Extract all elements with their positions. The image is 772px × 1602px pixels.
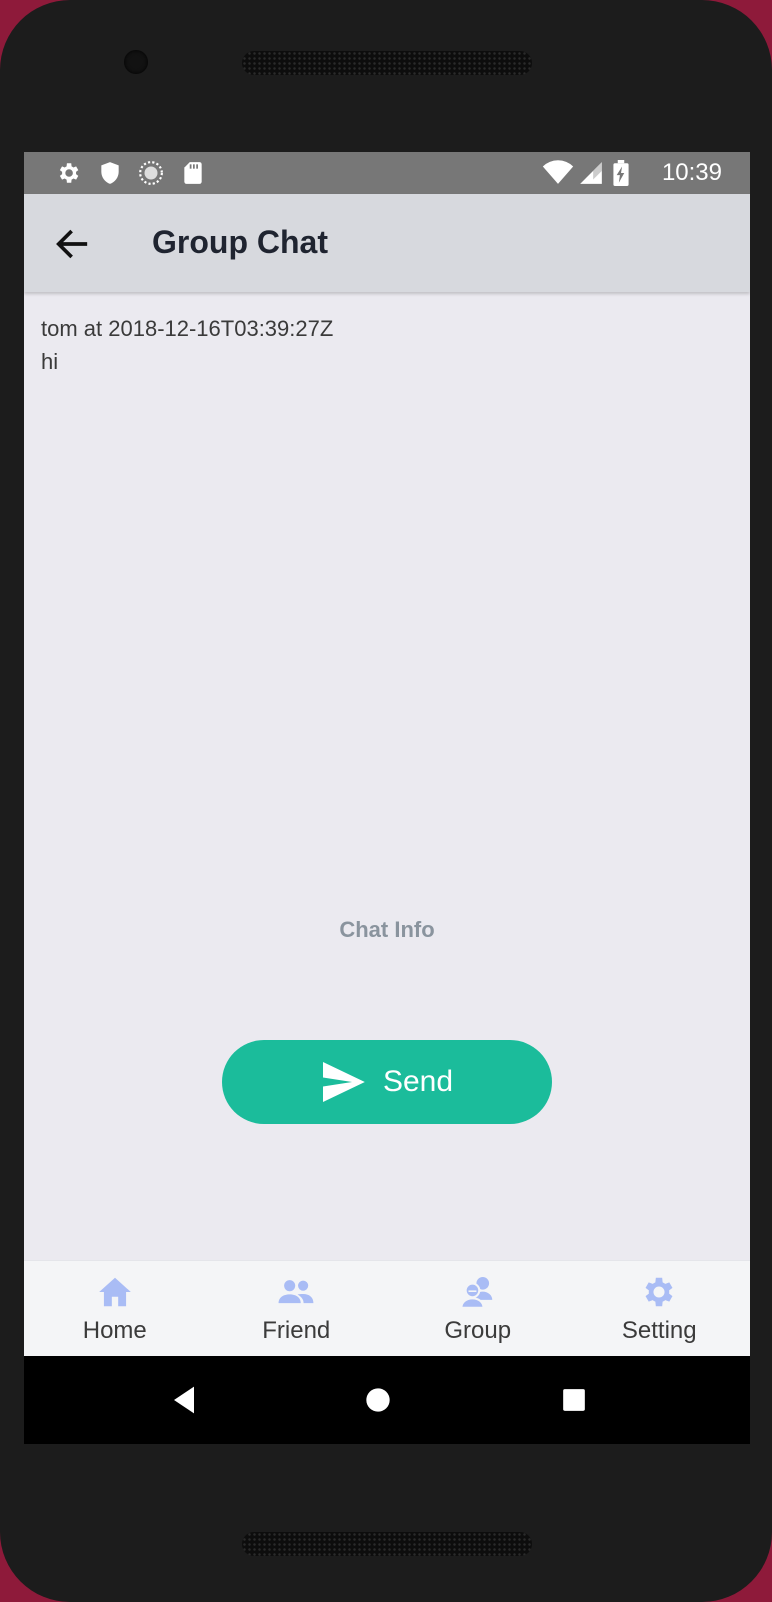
shield-icon	[101, 162, 119, 184]
send-button[interactable]: Send	[222, 1040, 552, 1124]
nav-back-icon[interactable]	[164, 1380, 204, 1420]
battery-charging-icon	[613, 160, 629, 186]
bottom-tab-bar: Home Friend Group Setting	[24, 1260, 750, 1357]
message-item: tom at 2018-12-16T03:39:27Z hi	[41, 312, 333, 378]
people-icon	[278, 1280, 314, 1304]
bottom-speaker	[242, 1532, 532, 1556]
system-nav-bar	[24, 1356, 750, 1444]
send-icon	[322, 1062, 365, 1102]
tab-home-label: Home	[82, 1317, 147, 1344]
screen: 10:39 Group Chat tom at 2018-12-16T03:39…	[24, 152, 750, 1444]
tab-home[interactable]: Home	[24, 1261, 206, 1357]
tab-setting-label: Setting	[621, 1317, 697, 1344]
signal-icon	[580, 162, 602, 184]
home-icon	[98, 1277, 131, 1307]
sync-icon	[139, 161, 163, 185]
tab-setting[interactable]: Setting	[569, 1261, 751, 1357]
sd-card-icon	[184, 162, 202, 184]
group-chat-icon	[460, 1276, 492, 1309]
status-bar: 10:39	[24, 152, 750, 194]
tab-friend[interactable]: Friend	[206, 1261, 388, 1357]
front-camera	[124, 50, 148, 74]
tab-group-label: Group	[444, 1317, 512, 1344]
nav-recents-icon[interactable]	[554, 1380, 594, 1420]
phone-frame: 10:39 Group Chat tom at 2018-12-16T03:39…	[0, 0, 772, 1602]
send-button-label: Send	[382, 1065, 454, 1098]
page-title: Group Chat	[152, 224, 328, 260]
gear-icon	[645, 1277, 673, 1307]
message-text: hi	[41, 349, 59, 374]
gear-icon	[59, 163, 79, 183]
nav-home-icon[interactable]	[358, 1380, 398, 1420]
clock: 10:39	[661, 159, 722, 186]
tab-friend-label: Friend	[262, 1317, 331, 1344]
app-bar: Group Chat	[24, 194, 750, 292]
top-speaker	[242, 51, 532, 75]
tab-group[interactable]: Group	[387, 1261, 569, 1357]
message-header: tom at 2018-12-16T03:39:27Z	[41, 316, 334, 341]
arrow-back-icon[interactable]	[52, 224, 92, 264]
wifi-icon	[542, 160, 574, 184]
chat-info-link[interactable]: Chat Info	[24, 917, 750, 943]
